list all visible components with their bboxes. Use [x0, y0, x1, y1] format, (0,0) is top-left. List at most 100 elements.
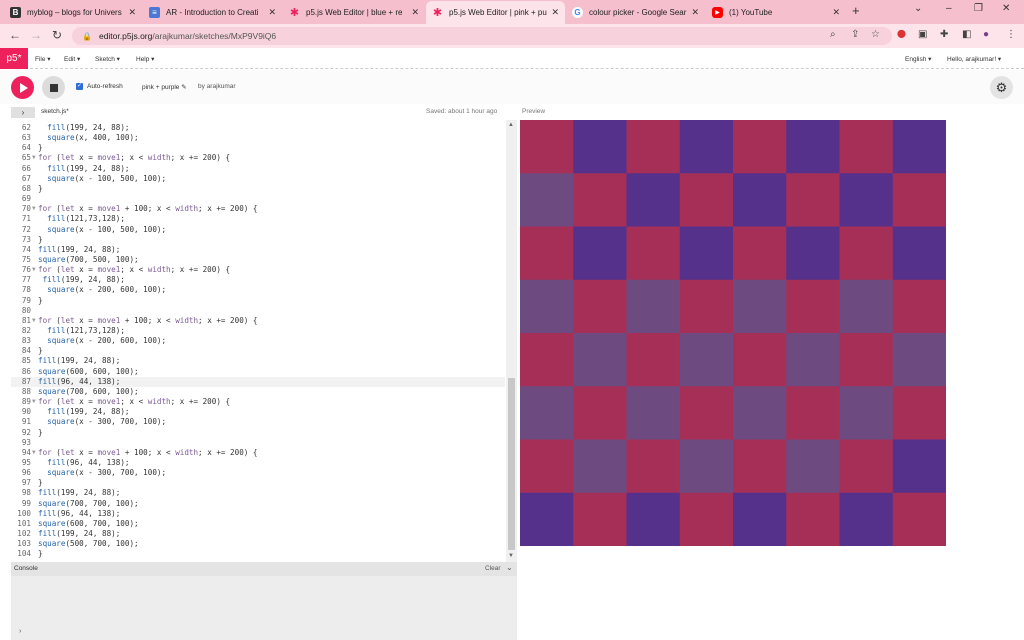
address-bar[interactable]: 🔒 editor.p5js.org /arajkumar/sketches/Mx… — [72, 27, 892, 45]
code-line[interactable]: 86 square(600, 600, 100); — [11, 367, 505, 377]
code-line[interactable]: 100 fill(96, 44, 138); — [11, 509, 505, 519]
code-line[interactable]: 96 square(x - 300, 700, 100); — [11, 468, 505, 478]
fold-chevron-icon[interactable]: ▼ — [32, 397, 36, 407]
minimize-button[interactable]: – — [946, 3, 952, 14]
browser-tab[interactable]: ✱ p5.js Web Editor | pink + pu ✕ — [426, 1, 565, 24]
code-line[interactable]: 77 fill(199, 24, 88); — [11, 275, 505, 285]
fold-chevron-icon[interactable]: ▼ — [32, 153, 36, 163]
code-line[interactable]: 91 square(x - 300, 700, 100); — [11, 417, 505, 427]
code-line[interactable]: 66 fill(199, 24, 88); — [11, 164, 505, 174]
code-line[interactable]: 95 fill(96, 44, 138); — [11, 458, 505, 468]
code-line[interactable]: 84} — [11, 346, 505, 356]
browser-tab[interactable]: ≡ AR - Introduction to Creati ✕ — [143, 2, 282, 22]
code-line[interactable]: 78 square(x - 200, 600, 100); — [11, 285, 505, 295]
code-line[interactable]: 101 square(600, 700, 100); — [11, 519, 505, 529]
side-panel-icon[interactable]: ◧ — [962, 29, 971, 40]
adblock-extension-icon[interactable]: ⬤ — [897, 29, 906, 38]
fold-chevron-icon[interactable]: ▼ — [32, 316, 36, 326]
p5-logo[interactable]: p5* — [0, 48, 28, 69]
browser-tab[interactable]: Bmyblog – blogs for Univers ✕ — [4, 2, 142, 22]
code-line[interactable]: 87 fill(96, 44, 138); — [11, 376, 505, 387]
tab-close-icon[interactable]: ✕ — [551, 7, 559, 18]
console-prompt[interactable]: › — [19, 628, 21, 635]
code-line[interactable]: 76 ▼ for (let x = move1; x < width; x += 2… — [11, 265, 505, 275]
zoom-icon[interactable]: ⌕ — [830, 29, 836, 40]
menu-sketch[interactable]: Sketch ▾ — [95, 55, 120, 63]
code-line[interactable]: 90 fill(199, 24, 88); — [11, 407, 505, 417]
chevron-down-icon[interactable]: ⌄ — [506, 563, 513, 572]
browser-tab[interactable]: ✱ p5.js Web Editor | blue + re ✕ — [283, 2, 425, 22]
sketch-preview-canvas[interactable] — [520, 120, 946, 546]
code-line[interactable]: 97} — [11, 478, 505, 488]
code-line[interactable]: 71 fill(121,73,128); — [11, 214, 505, 224]
back-arrow-icon[interactable]: ← — [9, 28, 21, 42]
close-window-button[interactable]: ✕ — [1002, 3, 1010, 14]
code-line[interactable]: 82 fill(121,73,128); — [11, 326, 505, 336]
settings-button[interactable]: ⚙ — [990, 76, 1013, 99]
code-line[interactable]: 103 square(500, 700, 100); — [11, 539, 505, 549]
code-line[interactable]: 98 fill(199, 24, 88); — [11, 488, 505, 498]
code-line[interactable]: 80 — [11, 306, 505, 316]
code-line[interactable]: 93 — [11, 438, 505, 448]
puzzle-extensions-icon[interactable]: ✚ — [940, 29, 948, 40]
sketch-name[interactable]: pink + purple ✎ — [142, 83, 187, 91]
play-button[interactable] — [11, 76, 34, 99]
sketch-author[interactable]: by arajkumar — [198, 83, 236, 90]
profile-avatar[interactable]: ● — [983, 29, 989, 40]
checkbox-checked-icon[interactable]: ✓ — [76, 83, 83, 90]
menu-edit[interactable]: Edit ▾ — [64, 55, 80, 63]
tab-close-icon[interactable]: ✕ — [832, 7, 840, 18]
tab-close-icon[interactable]: ✕ — [128, 7, 136, 18]
code-line[interactable]: 63 square(x, 400, 100); — [11, 133, 505, 143]
code-line[interactable]: 72 square(x - 100, 500, 100); — [11, 225, 505, 235]
auto-refresh-toggle[interactable]: ✓ Auto-refresh — [76, 83, 123, 90]
code-line[interactable]: 92} — [11, 428, 505, 438]
extension-icon[interactable]: ▣ — [918, 29, 927, 40]
code-editor[interactable]: 62 fill(199, 24, 88); 63 square(x, 400, 1… — [11, 120, 517, 562]
code-line[interactable]: 65 ▼ for (let x = move1; x < width; x += 2… — [11, 153, 505, 163]
console-clear-button[interactable]: Clear — [485, 565, 501, 572]
code-line[interactable]: 62 fill(199, 24, 88); — [11, 123, 505, 133]
browser-tab[interactable]: Gcolour picker - Google Sear ✕ — [566, 2, 705, 22]
bookmark-star-icon[interactable]: ☆ — [871, 29, 880, 40]
code-line[interactable]: 69 — [11, 194, 505, 204]
user-menu[interactable]: Hello, arajkumar! ▾ — [947, 55, 1001, 63]
menu-help[interactable]: Help ▾ — [136, 55, 154, 63]
menu-file[interactable]: File ▾ — [35, 55, 51, 63]
code-line[interactable]: 102 fill(199, 24, 88); — [11, 529, 505, 539]
reload-icon[interactable]: ↻ — [52, 28, 62, 42]
code-line[interactable]: 94 ▼ for (let x = move1 + 100; x < width; … — [11, 448, 505, 458]
share-icon[interactable]: ⇪ — [851, 29, 859, 40]
code-line[interactable]: 89 ▼ for (let x = move1; x < width; x += 2… — [11, 397, 505, 407]
code-line[interactable]: 74 fill(199, 24, 88); — [11, 245, 505, 255]
code-line[interactable]: 73} — [11, 235, 505, 245]
fold-chevron-icon[interactable]: ▼ — [32, 448, 36, 458]
browser-tab[interactable]: ▶ (1) YouTube ✕ — [706, 2, 846, 22]
stop-button[interactable] — [42, 76, 65, 99]
restore-button[interactable]: ❐ — [974, 3, 983, 14]
code-line[interactable]: 67 square(x - 100, 500, 100); — [11, 174, 505, 184]
fold-chevron-icon[interactable]: ▼ — [32, 204, 36, 214]
tab-close-icon[interactable]: ✕ — [411, 7, 419, 18]
forward-arrow-icon[interactable]: → — [30, 28, 42, 42]
code-line[interactable]: 83 square(x - 200, 600, 100); — [11, 336, 505, 346]
sidebar-toggle-button[interactable]: › — [11, 107, 35, 118]
code-line[interactable]: 88 square(700, 600, 100); — [11, 387, 505, 397]
new-tab-button[interactable]: + — [852, 3, 860, 18]
code-line[interactable]: 104} — [11, 549, 505, 559]
scroll-down-icon[interactable]: ▼ — [508, 553, 514, 559]
tab-close-icon[interactable]: ✕ — [268, 7, 276, 18]
tab-close-icon[interactable]: ✕ — [691, 7, 699, 18]
code-line[interactable]: 79} — [11, 296, 505, 306]
editor-scrollbar-thumb[interactable] — [508, 378, 515, 550]
code-line[interactable]: 85 fill(199, 24, 88); — [11, 356, 505, 366]
code-line[interactable]: 68} — [11, 184, 505, 194]
file-name[interactable]: sketch.js* — [41, 108, 69, 115]
language-selector[interactable]: English ▾ — [905, 55, 931, 63]
code-line[interactable]: 70 ▼ for (let x = move1 + 100; x < width; … — [11, 204, 505, 214]
code-line[interactable]: 64} — [11, 143, 505, 153]
chrome-menu-icon[interactable]: ⋮ — [1006, 29, 1016, 40]
fold-chevron-icon[interactable]: ▼ — [32, 265, 36, 275]
tab-search-chevron-icon[interactable]: ⌄ — [914, 3, 922, 14]
code-line[interactable]: 99 square(700, 700, 100); — [11, 499, 505, 509]
